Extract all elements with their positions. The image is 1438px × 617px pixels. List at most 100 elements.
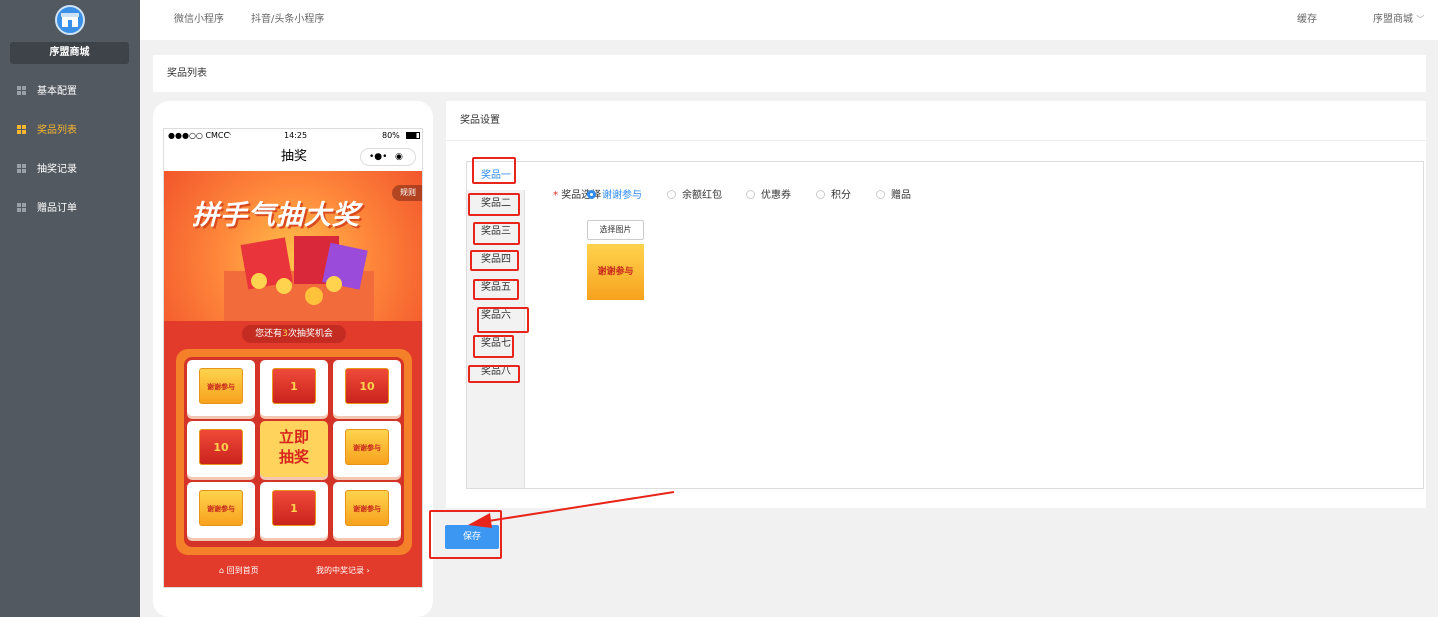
home-icon: ⌂ bbox=[219, 566, 225, 575]
phone-screen: ●●●○○ CMCC ◠ 14:25 80% 抽奖 •●• ◉ 拼手气抽大奖 规… bbox=[163, 128, 423, 588]
sidebar-item-gift-orders[interactable]: 赠品订单 bbox=[0, 189, 140, 228]
annotation-box bbox=[470, 250, 519, 271]
prize-cell: 谢谢参与 bbox=[187, 360, 255, 416]
shop-logo-icon bbox=[55, 5, 85, 35]
prize-image-thumbnail[interactable]: 谢谢参与 bbox=[587, 244, 644, 300]
prize-cell: 谢谢参与 bbox=[187, 482, 255, 538]
prize-settings-panel: 奖品设置 奖品一 奖品二 奖品三 奖品四 奖品五 奖品六 奖品七 奖品八 * 奖… bbox=[446, 101, 1426, 508]
lottery-banner: 拼手气抽大奖 规则 bbox=[164, 171, 422, 321]
shop-selector[interactable]: 序盟商城 ﹀ bbox=[1373, 0, 1424, 40]
home-link-label: 回到首页 bbox=[226, 566, 259, 575]
records-link-label: 我的中奖记录 bbox=[316, 566, 364, 575]
sidebar-item-label: 基本配置 bbox=[37, 86, 77, 97]
records-link[interactable]: 我的中奖记录 › bbox=[316, 565, 370, 576]
radio-balance-redpacket[interactable]: 余额红包 bbox=[667, 186, 722, 201]
prize-cell: 谢谢参与 bbox=[333, 482, 401, 538]
brand: 序盟商城 bbox=[0, 0, 140, 70]
phone-bottom-links: ⌂ 回到首页 我的中奖记录 › bbox=[164, 563, 422, 583]
rule-button[interactable]: 规则 bbox=[392, 185, 422, 201]
select-image-button[interactable]: 选择图片 bbox=[587, 220, 644, 240]
prize-card: 谢谢参与 bbox=[345, 429, 389, 465]
prize-cell: 1 bbox=[260, 360, 328, 416]
sidebar-item-label: 抽奖记录 bbox=[37, 164, 77, 175]
chances-suffix: 次抽奖机会 bbox=[287, 329, 333, 339]
wifi-icon: ◠ bbox=[224, 130, 231, 139]
chances-remaining: 您还有3次抽奖机会 bbox=[242, 325, 346, 343]
radio-thanks[interactable]: 谢谢参与 bbox=[587, 186, 642, 201]
sidebar-nav: 基本配置 奖品列表 抽奖记录 赠品订单 bbox=[0, 72, 140, 228]
chevron-right-icon: › bbox=[366, 566, 370, 575]
clock: 14:25 bbox=[284, 131, 308, 140]
phone-status-bar: ●●●○○ CMCC ◠ 14:25 80% bbox=[164, 129, 422, 143]
radio-dot-icon bbox=[587, 190, 596, 199]
radio-dot-icon bbox=[746, 190, 755, 199]
lottery-grid-inner: 谢谢参与 1 10 10 立即抽奖 谢谢参与 谢谢参与 1 谢谢参与 bbox=[184, 357, 404, 547]
lottery-grid: 谢谢参与 1 10 10 立即抽奖 谢谢参与 谢谢参与 1 谢谢参与 bbox=[176, 349, 412, 555]
prize-card: 谢谢参与 bbox=[199, 368, 243, 404]
annotation-box bbox=[472, 157, 516, 184]
sidebar-item-prize-list[interactable]: 奖品列表 bbox=[0, 111, 140, 150]
more-icon[interactable]: •●• bbox=[369, 149, 387, 165]
annotation-box bbox=[473, 335, 514, 358]
grid-icon bbox=[17, 164, 26, 173]
draw-now-button[interactable]: 立即抽奖 bbox=[260, 421, 328, 477]
annotation-box bbox=[468, 193, 520, 216]
prize-card: 10 bbox=[345, 368, 389, 404]
annotation-box bbox=[473, 279, 519, 300]
top-bar: 微信小程序 抖音/头条小程序 缓存 序盟商城 ﹀ bbox=[140, 0, 1438, 40]
prize-cell: 谢谢参与 bbox=[333, 421, 401, 477]
sidebar-item-draw-records[interactable]: 抽奖记录 bbox=[0, 150, 140, 189]
sidebar-item-basic-config[interactable]: 基本配置 bbox=[0, 72, 140, 111]
radio-dot-icon bbox=[816, 190, 825, 199]
red-envelope-illustration bbox=[224, 236, 374, 321]
radio-label: 优惠券 bbox=[761, 190, 791, 201]
annotation-box bbox=[468, 365, 520, 383]
prize-card: 1 bbox=[272, 368, 316, 404]
radio-dot-icon bbox=[667, 190, 676, 199]
chevron-down-icon: ﹀ bbox=[1416, 15, 1425, 24]
annotation-box bbox=[477, 307, 529, 333]
battery-level: 80% bbox=[382, 131, 400, 140]
sidebar-item-label: 赠品订单 bbox=[37, 203, 77, 214]
radio-points[interactable]: 积分 bbox=[816, 186, 851, 201]
prize-card: 谢谢参与 bbox=[199, 490, 243, 526]
cache-button[interactable]: 缓存 bbox=[1297, 0, 1317, 40]
radio-coupon[interactable]: 优惠券 bbox=[746, 186, 791, 201]
draw-now-label: 立即抽奖 bbox=[278, 428, 309, 466]
prize-cell: 10 bbox=[333, 360, 401, 416]
carrier: ●●●○○ CMCC bbox=[168, 131, 230, 140]
breadcrumb: 奖品列表 bbox=[153, 55, 1426, 92]
required-mark: * bbox=[553, 190, 558, 201]
annotation-box bbox=[473, 222, 520, 245]
close-target-icon[interactable]: ◉ bbox=[395, 149, 403, 165]
prize-card: 1 bbox=[272, 490, 316, 526]
radio-label: 积分 bbox=[831, 190, 851, 201]
radio-label: 余额红包 bbox=[682, 190, 722, 201]
radio-gift[interactable]: 赠品 bbox=[876, 186, 911, 201]
panel-heading: 奖品设置 bbox=[446, 101, 1426, 141]
sidebar-item-label: 奖品列表 bbox=[37, 125, 77, 136]
shop-name: 序盟商城 bbox=[10, 42, 129, 64]
prize-cell: 10 bbox=[187, 421, 255, 477]
chances-prefix: 您还有 bbox=[255, 329, 283, 339]
grid-icon bbox=[17, 125, 26, 134]
battery-icon bbox=[406, 132, 420, 139]
tab-wechat-miniprogram[interactable]: 微信小程序 bbox=[174, 0, 224, 40]
mini-capsule[interactable]: •●• ◉ bbox=[360, 148, 416, 166]
grid-icon bbox=[17, 203, 26, 212]
radio-dot-icon bbox=[876, 190, 885, 199]
home-link[interactable]: ⌂ 回到首页 bbox=[219, 565, 259, 576]
prize-card: 10 bbox=[199, 429, 243, 465]
prize-tabs-container: 奖品一 奖品二 奖品三 奖品四 奖品五 奖品六 奖品七 奖品八 * 奖品选择 谢… bbox=[466, 161, 1424, 489]
annotation-arrow-icon bbox=[468, 491, 675, 528]
phone-title: 抽奖 bbox=[280, 149, 307, 164]
shop-selector-label: 序盟商城 bbox=[1373, 14, 1413, 25]
prize-card: 谢谢参与 bbox=[345, 490, 389, 526]
grid-icon bbox=[17, 86, 26, 95]
radio-label: 谢谢参与 bbox=[602, 190, 642, 201]
tab-douyin-miniprogram[interactable]: 抖音/头条小程序 bbox=[251, 0, 324, 40]
phone-title-bar: 抽奖 •●• ◉ bbox=[164, 143, 422, 171]
prize-cell: 1 bbox=[260, 482, 328, 538]
radio-label: 赠品 bbox=[891, 190, 911, 201]
sidebar: 序盟商城 基本配置 奖品列表 抽奖记录 赠品订单 bbox=[0, 0, 140, 617]
